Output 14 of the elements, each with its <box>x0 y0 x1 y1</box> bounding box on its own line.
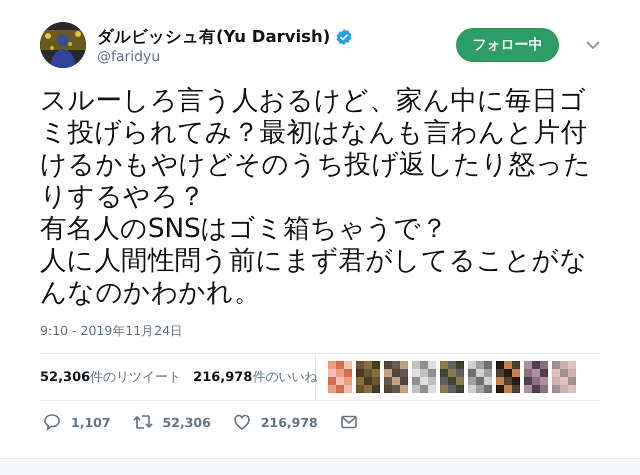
speech-bubble-icon[interactable] <box>43 413 61 431</box>
heart-icon[interactable] <box>232 413 251 431</box>
stat-link[interactable]: 52,306件のリツイート <box>40 368 182 386</box>
envelope-icon[interactable] <box>340 413 358 431</box>
author-handle[interactable]: @faridyu <box>97 48 354 64</box>
retweet-count: 52,306 <box>162 414 211 430</box>
chevron-icon[interactable] <box>586 40 600 50</box>
retweet-icon[interactable] <box>132 413 153 431</box>
timestamp[interactable]: 9:10 - 2019年11月24日 <box>40 323 640 343</box>
stat-link[interactable]: 216,978件のいいね <box>193 368 318 386</box>
like-count: 216,978 <box>260 414 318 430</box>
tweet-text: スルーしろ言う人おるけど、家ん中に毎日ゴミ投げられてみ？最初はなんも言わんと片付けるかもやけどそのうち投げ返したり怒ったりするやろ？ 有名人のSNSはゴミ箱ちゃうで？ 人に人間性問う前にまず君がしてることがなんなのかわかれ。 <box>40 85 592 309</box>
reply-count: 1,107 <box>71 414 111 430</box>
author-name[interactable]: ダルビッシュ有(Yu Darvish) <box>97 26 330 48</box>
